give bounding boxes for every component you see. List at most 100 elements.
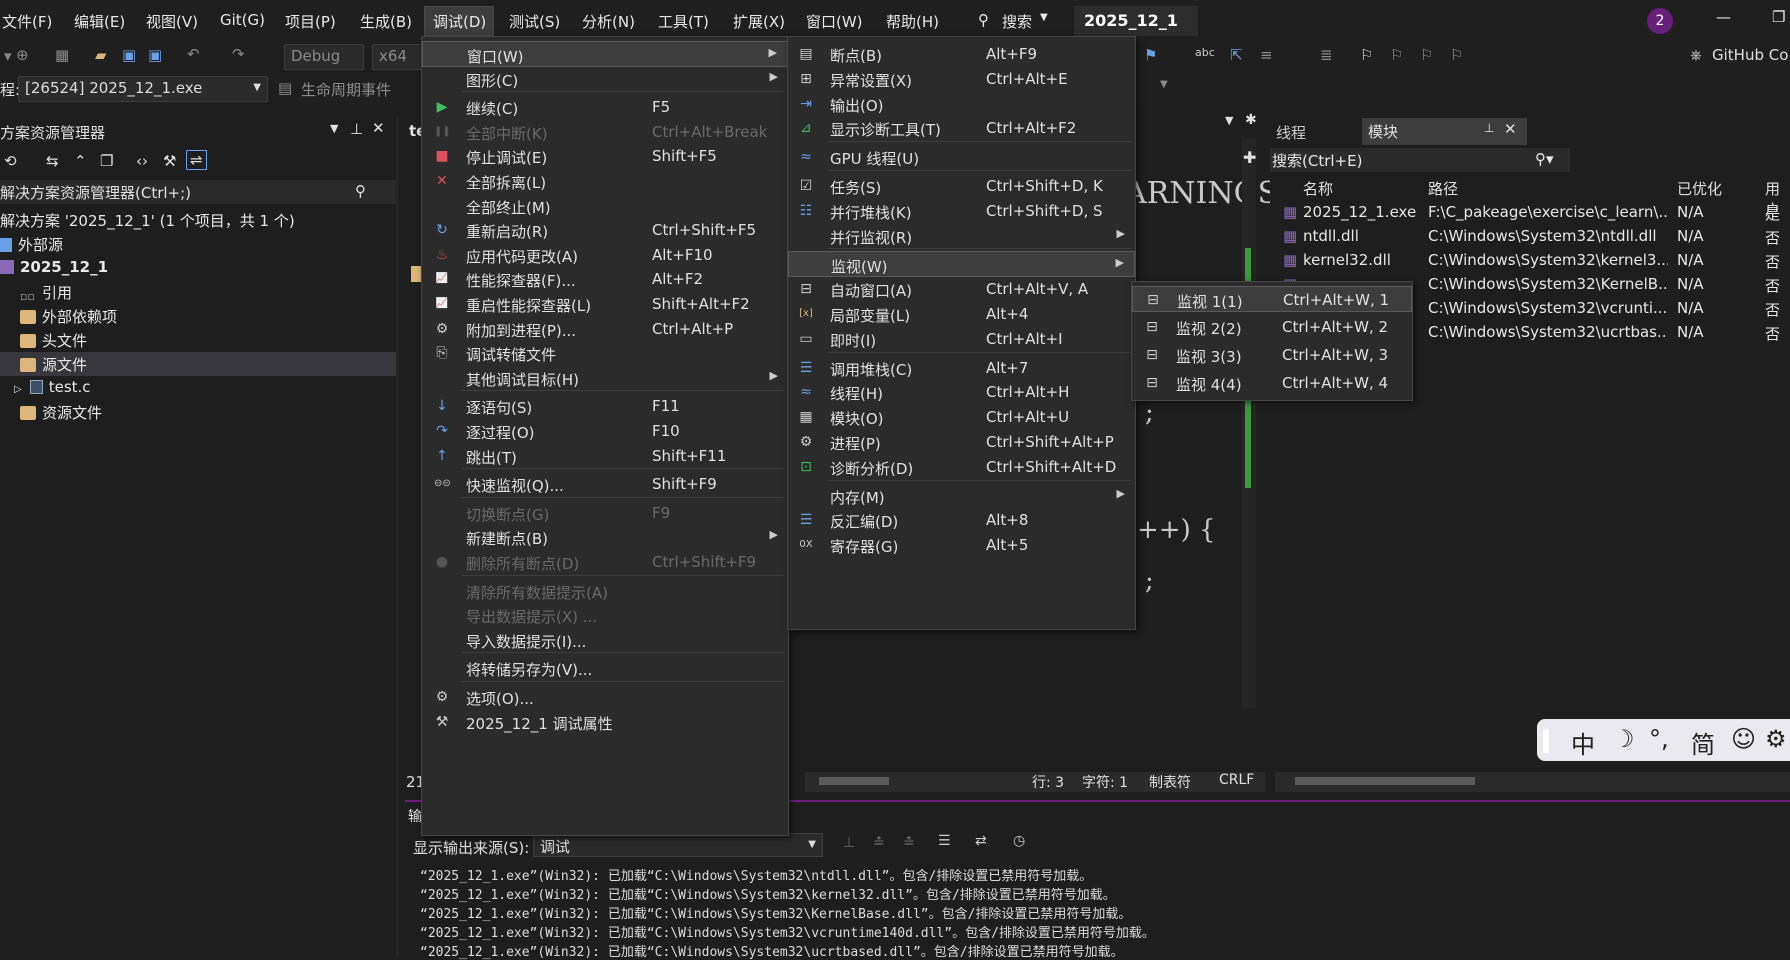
save-all-icon[interactable]: ▣ bbox=[148, 46, 162, 64]
menu-debug[interactable]: 调试(D) bbox=[433, 11, 486, 32]
debug-menu-item[interactable]: ⊝⊝ 快速监视(Q)... Shift+F9 bbox=[422, 471, 788, 497]
table-row[interactable]: ▦ 2025_12_1.exe F:\C_pakeage\exercise\c_le… bbox=[1275, 202, 1790, 224]
window-menu-item[interactable]: ⚙ 进程(P) Ctrl+Shift+Alt+P bbox=[788, 429, 1135, 455]
window-menu-item[interactable]: ▤ 断点(B) Alt+F9 bbox=[788, 41, 1135, 67]
restore-icon[interactable]: ❐ bbox=[1772, 8, 1785, 26]
window-menu-item[interactable]: ≈ 线程(H) Ctrl+Alt+H bbox=[788, 379, 1135, 405]
debug-menu-item[interactable]: ⎘ 调试转储文件 bbox=[422, 340, 788, 366]
menu-file[interactable]: 文件(F) bbox=[2, 11, 52, 32]
chevron-down-icon[interactable]: ▼ bbox=[1225, 114, 1233, 127]
menu-window[interactable]: 窗口(W) bbox=[806, 11, 863, 32]
global-search[interactable]: ⚲ 搜索 ▼ bbox=[970, 6, 1060, 34]
debug-menu-item[interactable]: ⚙ 附加到进程(P)... Ctrl+Alt+P bbox=[422, 316, 788, 342]
debug-menu-item[interactable]: ♨ 应用代码更改(A) Alt+F10 bbox=[422, 242, 788, 268]
window-menu-item[interactable]: ☰ 反汇编(D) Alt+8 bbox=[788, 507, 1135, 533]
clock-icon[interactable]: ◷ bbox=[1013, 833, 1025, 849]
cursor-icon[interactable]: ⇱ bbox=[1230, 46, 1243, 64]
code-icon[interactable]: ‹› bbox=[136, 152, 148, 170]
tree-references[interactable]: ▫▫ 引用 bbox=[20, 282, 72, 304]
next-message-icon[interactable]: ≛ bbox=[903, 835, 915, 851]
ime-simplified-icon[interactable]: 简 bbox=[1691, 725, 1715, 760]
tree-solution[interactable]: 解决方案 '2025_12_1' (1 个项目，共 1 个) bbox=[0, 210, 295, 231]
notification-badge[interactable]: 2 bbox=[1647, 8, 1673, 34]
debug-menu-item[interactable]: 导入数据提示(I)... bbox=[422, 627, 788, 653]
window-menu-item[interactable]: ☑ 任务(S) Ctrl+Shift+D, K bbox=[788, 173, 1135, 199]
wrench-icon[interactable]: ⚒ bbox=[163, 152, 176, 170]
debug-menu-item[interactable]: 将转储另存为(V)... bbox=[422, 655, 788, 681]
modules-search-input[interactable]: 搜索(Ctrl+E) bbox=[1272, 150, 1362, 171]
window-menu-item[interactable]: ⊞ 异常设置(X) Ctrl+Alt+E bbox=[788, 66, 1135, 92]
debug-menu-item[interactable]: 窗口(W) ▶ bbox=[422, 41, 788, 67]
window-menu-item[interactable]: ⇥ 输出(O) bbox=[788, 91, 1135, 117]
tree-external-sources[interactable]: 外部源 bbox=[0, 234, 63, 255]
ime-punct-icon[interactable]: °, bbox=[1649, 725, 1669, 753]
window-menu-item[interactable]: ☷ 并行堆栈(K) Ctrl+Shift+D, S bbox=[788, 198, 1135, 224]
output-source-combo[interactable]: 调试 ▼ bbox=[533, 833, 823, 857]
chevron-right-icon[interactable]: ▷ bbox=[14, 384, 22, 395]
github-copilot-label[interactable]: GitHub Co bbox=[1712, 46, 1788, 64]
indent-icon[interactable]: ≣ bbox=[1320, 46, 1333, 64]
watch-menu-item[interactable]: ⊟ 监视 1(1) Ctrl+Alt+W, 1 bbox=[1132, 286, 1412, 312]
status-eol[interactable]: CRLF bbox=[1219, 772, 1254, 788]
collapse-icon[interactable]: ⌃ bbox=[74, 152, 87, 170]
bookmark-icon[interactable]: ⚐ bbox=[1360, 46, 1373, 64]
redo-icon[interactable]: ↷ bbox=[232, 45, 245, 63]
debug-menu-item[interactable]: ↑ 跳出(T) Shift+F11 bbox=[422, 443, 788, 469]
tree-external-deps[interactable]: 外部依赖项 bbox=[20, 306, 117, 327]
find-icon[interactable]: ⊥ bbox=[843, 835, 855, 851]
platform-combo[interactable]: x64 bbox=[372, 44, 422, 70]
menu-tools[interactable]: 工具(T) bbox=[658, 11, 709, 32]
window-menu-item[interactable]: ⊿ 显示诊断工具(T) Ctrl+Alt+F2 bbox=[788, 115, 1135, 141]
table-row[interactable]: ▦ kernel32.dll C:\Windows\System32\kernel3… bbox=[1275, 250, 1790, 272]
format-icon[interactable]: ≡ bbox=[1260, 46, 1273, 64]
forward-icon[interactable]: ⊕ bbox=[16, 46, 29, 64]
menu-build[interactable]: 生成(B) bbox=[360, 11, 412, 32]
minimize-icon[interactable]: — bbox=[1716, 8, 1731, 26]
window-menu-item[interactable]: ≈ GPU 线程(U) bbox=[788, 144, 1135, 170]
window-menu-item[interactable]: ▭ 即时(I) Ctrl+Alt+I bbox=[788, 326, 1135, 352]
window-menu-item[interactable]: ⊡ 诊断分析(D) Ctrl+Shift+Alt+D bbox=[788, 454, 1135, 480]
tree-source-files[interactable]: 源文件 bbox=[20, 354, 87, 375]
debug-menu-item[interactable]: ⚒ 2025_12_1 调试属性 bbox=[422, 709, 788, 735]
bookmark-prev-icon[interactable]: ⚐ bbox=[1390, 46, 1403, 64]
solution-search-input[interactable]: 解决方案资源管理器(Ctrl+;) bbox=[0, 182, 191, 203]
debug-menu-item[interactable]: ✕ 全部拆离(L) bbox=[422, 168, 788, 194]
tab-modules[interactable]: 模块 ⊥ ✕ bbox=[1362, 118, 1527, 145]
dropdown-icon[interactable]: ▾ bbox=[4, 47, 12, 65]
ime-chinese-icon[interactable]: 中 bbox=[1571, 725, 1595, 760]
preview-icon[interactable]: ⇌ bbox=[186, 150, 207, 170]
window-menu-item[interactable]: 并行监视(R) ▶ bbox=[788, 223, 1135, 249]
debug-menu-item[interactable]: 图形(C) ▶ bbox=[422, 66, 788, 92]
menu-project[interactable]: 项目(P) bbox=[285, 11, 336, 32]
watch-menu-item[interactable]: ⊟ 监视 2(2) Ctrl+Alt+W, 2 bbox=[1132, 314, 1412, 340]
gear-icon[interactable]: ✱ bbox=[1245, 112, 1257, 128]
copy-icon[interactable]: ❐ bbox=[100, 152, 113, 170]
menu-help[interactable]: 帮助(H) bbox=[886, 11, 939, 32]
tab-threads[interactable]: 线程 bbox=[1270, 119, 1312, 146]
ime-handle[interactable] bbox=[1543, 729, 1549, 753]
window-menu-item[interactable]: ☰ 调用堆栈(C) Alt+7 bbox=[788, 355, 1135, 381]
tree-project[interactable]: 2025_12_1 bbox=[0, 258, 108, 276]
scroll-thumb[interactable] bbox=[819, 777, 889, 785]
pin-icon[interactable]: ⊥ bbox=[350, 120, 363, 138]
col-name[interactable]: 名称 bbox=[1303, 178, 1333, 199]
col-optimized[interactable]: 已优化 bbox=[1677, 178, 1722, 199]
menu-test[interactable]: 测试(S) bbox=[509, 11, 560, 32]
debug-menu-item[interactable]: ▶ 继续(C) F5 bbox=[422, 94, 788, 120]
menu-git[interactable]: Git(G) bbox=[220, 11, 265, 29]
menu-extensions[interactable]: 扩展(X) bbox=[733, 11, 785, 32]
github-copilot-icon[interactable]: ⎈ bbox=[1690, 46, 1702, 64]
clear-all-icon[interactable]: ☰ bbox=[938, 833, 951, 849]
window-menu-item[interactable]: ▦ 模块(O) Ctrl+Alt+U bbox=[788, 404, 1135, 430]
watch-menu-item[interactable]: ⊟ 监视 4(4) Ctrl+Alt+W, 4 bbox=[1132, 370, 1412, 396]
ime-emoji-icon[interactable]: ☺ bbox=[1731, 725, 1756, 753]
chevron-down-icon[interactable]: ▼ bbox=[330, 122, 338, 135]
history-icon[interactable]: ⟲ bbox=[4, 152, 17, 170]
new-project-icon[interactable]: ▦ bbox=[55, 46, 69, 64]
close-icon[interactable]: ✕ bbox=[1504, 120, 1517, 138]
menu-analyze[interactable]: 分析(N) bbox=[582, 11, 635, 32]
debug-menu-item[interactable]: ↻ 重新启动(R) Ctrl+Shift+F5 bbox=[422, 217, 788, 243]
window-menu-item[interactable]: 监视(W) ▶ bbox=[788, 251, 1135, 278]
split-icon[interactable]: ✚ bbox=[1243, 148, 1256, 167]
debug-menu-item[interactable]: ■ 停止调试(E) Shift+F5 bbox=[422, 143, 788, 169]
